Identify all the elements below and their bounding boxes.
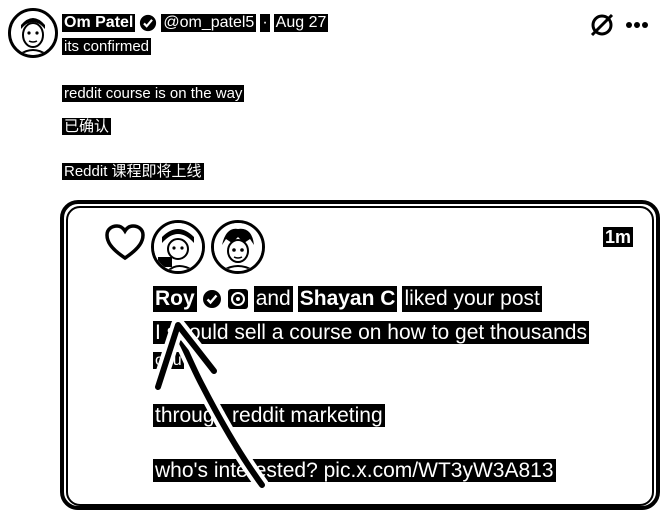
notification-time: 1m bbox=[602, 227, 633, 248]
tweet-actions bbox=[589, 12, 649, 38]
author-avatar[interactable] bbox=[8, 8, 58, 58]
hand-drawn-arrow-icon bbox=[151, 318, 269, 492]
tweet-line-2: reddit course is on the way bbox=[62, 85, 245, 102]
avatar-shayan-icon bbox=[214, 223, 262, 271]
tweet-text-2: reddit course is on the way bbox=[62, 85, 245, 102]
tweet-date[interactable]: Aug 27 bbox=[273, 14, 329, 32]
liker-name-shayan[interactable]: Shayan C bbox=[297, 286, 398, 312]
grok-icon[interactable] bbox=[589, 12, 615, 38]
tweet-text-4: Reddit 课程即将上线 bbox=[62, 163, 204, 180]
tweet-text-3: 已确认 bbox=[62, 118, 112, 135]
more-icon[interactable] bbox=[625, 20, 649, 30]
affiliate-badge-icon bbox=[227, 289, 248, 309]
heart-icon bbox=[105, 224, 145, 261]
verified-badge-icon bbox=[140, 14, 157, 32]
tweet-line-3: 已确认 bbox=[62, 115, 112, 136]
notification-connector: and bbox=[253, 286, 293, 312]
tweet-line-4: Reddit 课程即将上线 bbox=[62, 160, 204, 181]
separator-dot: · bbox=[260, 14, 270, 32]
author-handle[interactable]: @om_patel5 bbox=[161, 14, 257, 32]
liker-name-roy[interactable]: Roy bbox=[153, 286, 197, 312]
liker-avatar-roy[interactable] bbox=[151, 220, 205, 274]
tweet-line-1: its confirmed bbox=[62, 38, 152, 55]
liker-avatar-shayan[interactable] bbox=[211, 220, 265, 274]
avatar-face-icon bbox=[11, 11, 55, 55]
tweet-text-1: its confirmed bbox=[62, 38, 152, 55]
tweet-header: Om Patel @om_patel5 · Aug 27 bbox=[62, 12, 329, 34]
notification-action: liked your post bbox=[402, 286, 542, 312]
author-name[interactable]: Om Patel bbox=[62, 14, 136, 32]
notification-headline: Roy and Shayan C liked your post bbox=[153, 286, 542, 312]
avatar-roy-icon bbox=[154, 223, 202, 271]
notification-time-text: 1m bbox=[602, 227, 633, 247]
verified-badge-icon bbox=[202, 290, 221, 308]
